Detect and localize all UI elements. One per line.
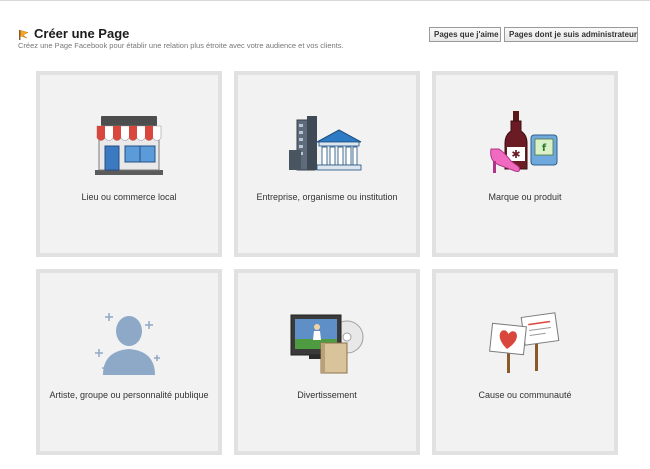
category-tile-brand-product[interactable]: ✱ f Marque ou produit xyxy=(432,71,618,257)
page-subtitle: Créez une Page Facebook pour établir une… xyxy=(18,41,344,50)
category-tile-artist-public-figure[interactable]: Artiste, groupe ou personnalité publique xyxy=(36,269,222,455)
category-label: Lieu ou commerce local xyxy=(81,192,177,202)
category-tile-company[interactable]: Entreprise, organisme ou institution xyxy=(234,71,420,257)
cause-signs-icon xyxy=(436,307,614,377)
liked-pages-button[interactable]: Pages que j'aime xyxy=(429,27,501,42)
category-label: Marque ou produit xyxy=(488,192,562,202)
category-label: Artiste, groupe ou personnalité publique xyxy=(49,390,209,400)
products-icon: ✱ f xyxy=(436,109,614,179)
svg-text:f: f xyxy=(542,143,547,154)
category-label: Divertissement xyxy=(297,390,357,400)
page-header: Créer une Page xyxy=(18,26,129,41)
storefront-icon xyxy=(40,109,218,179)
entertainment-icon xyxy=(238,307,416,377)
top-divider xyxy=(0,0,650,1)
category-tile-entertainment[interactable]: Divertissement xyxy=(234,269,420,455)
celebrity-icon xyxy=(40,307,218,377)
category-label: Entreprise, organisme ou institution xyxy=(256,192,398,202)
flag-icon xyxy=(18,28,30,40)
category-label: Cause ou communauté xyxy=(478,390,572,400)
svg-text:✱: ✱ xyxy=(511,148,520,161)
page-title: Créer une Page xyxy=(34,26,130,41)
buildings-icon xyxy=(238,109,416,179)
category-tile-local-business[interactable]: Lieu ou commerce local xyxy=(36,71,222,257)
category-tile-cause-community[interactable]: Cause ou communauté xyxy=(432,269,618,455)
admin-pages-button[interactable]: Pages dont je suis administrateur xyxy=(504,27,638,42)
